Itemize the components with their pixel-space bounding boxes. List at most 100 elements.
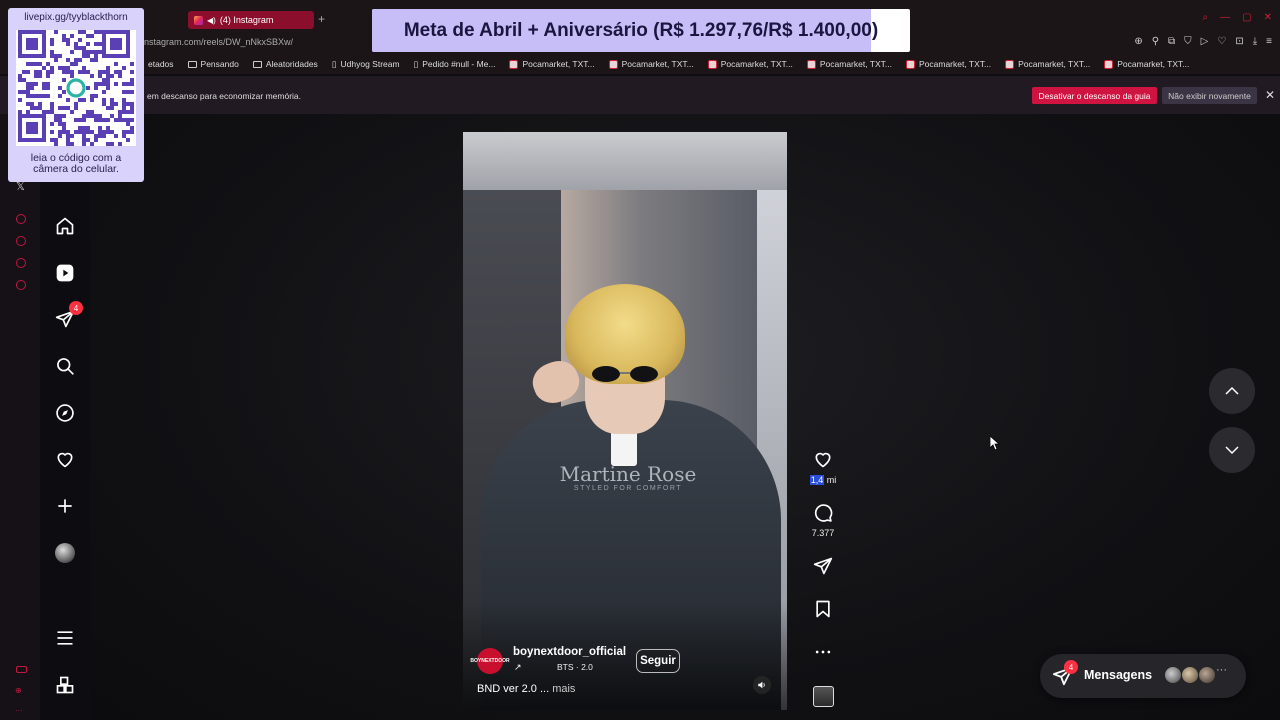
more-icon[interactable]: ··· [15,706,23,715]
bookmark-label: Pocamarket, TXT... [720,59,793,69]
mouse-cursor-icon [990,436,1000,450]
speaker-icon[interactable]: ◀︎) [207,16,216,25]
zoom-icon[interactable]: ⊕ [1134,36,1142,47]
qr-code [16,30,136,146]
explore-icon[interactable] [53,401,77,425]
bookmark-item[interactable]: ▯ Udhyog Stream [332,59,400,70]
bookmark-label: Pocamarket, TXT... [819,59,892,69]
favicon-icon [1104,59,1114,69]
favicon-icon [509,59,519,69]
heart-icon[interactable]: ♡ [1217,36,1226,47]
url-text[interactable]: nstagram.com/reels/DW_nNkxSBXw/ [144,37,293,47]
screenshot-icon[interactable]: ⧉ [1168,36,1175,47]
likes-unit: mi [824,475,837,485]
search-icon[interactable]: ⌕ [1203,12,1209,23]
page-icon: ▯ [413,58,419,69]
bookmarks-bar: etados Pensando Aleatoridades ▯ Udhyog Strea… [0,54,1280,74]
audio-thumbnail[interactable] [813,686,834,707]
messages-label: Mensagens [1084,668,1153,682]
next-reel-button[interactable] [1209,427,1255,473]
minimize-icon[interactable]: — [1220,12,1230,23]
bookmark-item[interactable]: Pocamarket, TXT... [806,59,892,69]
caption-text: BND ver 2.0 ... [477,683,550,695]
qr-caption-line: câmera do celular. [33,163,119,175]
more-options-icon[interactable] [811,640,835,664]
tab-instagram[interactable]: ◀︎) (4) Instagram [188,11,314,29]
chat-icon[interactable] [16,258,26,268]
create-plus-icon[interactable] [53,494,77,518]
new-tab-button[interactable]: + [318,12,325,26]
share-icon[interactable] [811,554,835,578]
notice-text: em descanso para economizar memória. [147,91,302,101]
bookmark-item[interactable]: ▯ Pedido #null - Me... [414,59,496,70]
maximize-icon[interactable]: ▢ [1242,12,1251,23]
direct-icon[interactable]: 4 [53,301,83,331]
pin-icon[interactable]: ⚲ [1152,36,1159,47]
donation-goal-bar: Meta de Abril + Aniversário (R$ 1.297,76… [372,9,910,52]
mute-button[interactable] [753,676,771,694]
comment-icon[interactable] [811,501,835,525]
bookmark-item[interactable]: Aleatoridades [252,59,318,69]
more-icon: ··· [1216,664,1227,676]
notifications-heart-icon[interactable] [53,447,77,471]
arrow-icon: ↗ [514,662,522,672]
likes-count-selected: 1,4 [809,475,825,485]
toolbar: ⊕ ⚲ ⧉ ⛉ ▷ ♡ ⊡ ⤓ ≡ [1134,36,1272,47]
messages-badge: 4 [1064,660,1078,674]
dont-show-again-button[interactable]: Não exibir novamente [1162,87,1257,104]
history-icon[interactable] [16,236,26,246]
qr-title: livepix.gg/tyyblackthorn [24,12,128,23]
bookmark-item[interactable]: Pocamarket, TXT... [1005,59,1090,69]
favicon-icon [707,59,717,69]
sunglasses-graphic [592,366,658,382]
close-icon[interactable]: ✕ [1264,12,1272,23]
play-icon[interactable]: ▷ [1201,36,1209,47]
bookmark-item[interactable]: Pocamarket, TXT... [905,59,991,69]
wallet-icon[interactable] [16,666,27,673]
favicon-icon [905,59,915,69]
author-name[interactable]: boynextdoor_official [513,646,626,658]
settings-icon[interactable] [16,280,26,290]
bookmark-item[interactable]: Pocamarket, TXT... [509,59,595,69]
avatar [1181,666,1199,684]
bookmark-item[interactable]: Pocamarket, TXT... [1104,59,1189,69]
author-avatar[interactable]: BOYNEXTDOOR [470,648,510,674]
download-icon[interactable]: ⤓ [1253,36,1257,47]
likes-count: 1,4 mi [803,475,843,485]
shield-icon[interactable]: ⛉ [1184,36,1192,47]
bookmark-item[interactable]: Pocamarket, TXT... [608,59,694,69]
bookmark-item[interactable]: Pocamarket, TXT... [707,59,793,69]
lock-icon[interactable]: ⊡ [1235,36,1243,47]
previous-reel-button[interactable] [1209,368,1255,414]
audio-title[interactable]: BTS · 2.0 [557,662,593,672]
folder-icon [187,60,197,68]
more-menu-icon[interactable] [53,626,77,650]
bookmark-label: Udhyog Stream [340,59,400,69]
bookmark-label: Pensando [200,59,239,69]
like-heart-icon[interactable] [811,447,835,471]
save-bookmark-icon[interactable] [811,597,835,621]
profile-avatar[interactable] [53,541,77,565]
reel-video[interactable]: Martine Rose STYLED FOR COMFORT [463,132,787,710]
close-icon[interactable]: ✕ [1265,88,1275,102]
folder-icon [252,60,262,68]
bookmark-label: etados [148,59,174,69]
apps-grid-icon[interactable] [53,673,77,697]
reels-icon[interactable] [53,261,77,285]
comments-count: 7.377 [811,528,835,538]
caption-more-link[interactable]: mais [552,683,575,695]
search-icon[interactable] [53,354,77,378]
extension-icon[interactable] [16,214,26,224]
sidebar-tool-icon[interactable]: ⊕ [15,686,22,695]
notification-badge: 4 [69,301,83,315]
bookmark-item[interactable]: etados [148,59,174,69]
follow-button[interactable]: Seguir [636,649,680,673]
home-icon[interactable] [53,214,77,238]
goal-text: Meta de Abril + Aniversário (R$ 1.297,76… [403,19,879,41]
disable-snooze-button[interactable]: Desativar o descanso da guia [1032,87,1157,104]
favicon-icon [1005,59,1015,69]
bookmark-item[interactable]: Pensando [187,59,239,69]
reel-caption[interactable]: BND ver 2.0 ... mais [477,683,575,695]
menu-icon[interactable]: ≡ [1266,36,1272,47]
favicon-icon [806,59,816,69]
